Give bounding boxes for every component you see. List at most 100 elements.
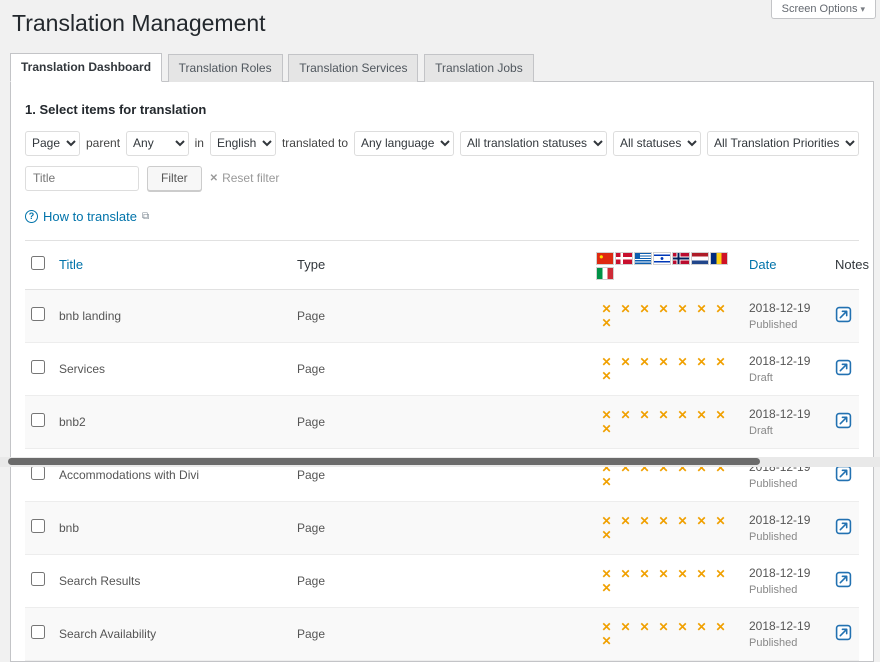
items-table: Title Type Date Notes bnb landing Page ✕… [25, 240, 859, 661]
not-translated-icon: ✕ [597, 316, 616, 330]
row-checkbox[interactable] [31, 466, 45, 480]
external-link-icon: ⧉ [142, 211, 149, 222]
not-translated-icon: ✕ [711, 567, 730, 581]
note-icon[interactable] [835, 624, 852, 641]
not-translated-icon: ✕ [692, 408, 711, 422]
not-translated-icon: ✕ [597, 620, 616, 634]
post-type-select[interactable]: Page [25, 131, 80, 156]
tab-translation-dashboard[interactable]: Translation Dashboard [10, 53, 162, 82]
not-translated-icon: ✕ [654, 620, 673, 634]
row-date: 2018-12-19 [749, 566, 823, 580]
table-row: Search Results Page ✕✕✕✕✕✕✕✕ 2018-12-19 … [25, 554, 859, 607]
not-translated-icon: ✕ [635, 302, 654, 316]
row-title: Services [59, 362, 105, 376]
title-filter-input[interactable] [25, 166, 139, 191]
row-checkbox[interactable] [31, 572, 45, 586]
row-date: 2018-12-19 [749, 407, 823, 421]
not-translated-icon: ✕ [654, 355, 673, 369]
reset-filter-link[interactable]: ✕ Reset filter [210, 171, 280, 185]
note-icon[interactable] [835, 571, 852, 588]
not-translated-icon: ✕ [597, 528, 616, 542]
scrollbar-thumb[interactable] [8, 458, 760, 465]
row-status: Published [749, 584, 823, 596]
row-title: bnb2 [59, 415, 86, 429]
clear-icon: ✕ [210, 173, 218, 184]
not-translated-icon: ✕ [597, 355, 616, 369]
row-status-icons: ✕✕✕✕✕✕✕✕ [597, 567, 730, 595]
screen-options-button[interactable]: Screen Options▾ [771, 0, 876, 19]
filter-button[interactable]: Filter [147, 166, 202, 191]
tab-translation-jobs[interactable]: Translation Jobs [424, 54, 534, 82]
not-translated-icon: ✕ [597, 567, 616, 581]
translated-to-label: translated to [282, 136, 348, 150]
row-date: 2018-12-19 [749, 619, 823, 633]
not-translated-icon: ✕ [597, 514, 616, 528]
sort-by-date-link[interactable]: Date [749, 257, 776, 272]
admin-wrap: Translation Management Translation Dashb… [10, 0, 874, 662]
not-translated-icon: ✕ [711, 302, 730, 316]
parent-select[interactable]: Any [126, 131, 189, 156]
row-status-icons: ✕✕✕✕✕✕✕✕ [597, 514, 730, 542]
row-type: Page [297, 574, 325, 588]
translation-priority-select[interactable]: All Translation Priorities [707, 131, 859, 156]
row-status-icons: ✕✕✕✕✕✕✕✕ [597, 302, 730, 330]
row-title: Search Results [59, 574, 140, 588]
not-translated-icon: ✕ [616, 302, 635, 316]
translation-status-select[interactable]: All translation statuses [460, 131, 607, 156]
not-translated-icon: ✕ [635, 408, 654, 422]
row-checkbox[interactable] [31, 360, 45, 374]
table-row: bnb2 Page ✕✕✕✕✕✕✕✕ 2018-12-19 Draft [25, 395, 859, 448]
not-translated-icon: ✕ [654, 408, 673, 422]
table-header-row: Title Type Date Notes [25, 240, 859, 289]
not-translated-icon: ✕ [654, 567, 673, 581]
row-status: Published [749, 319, 823, 331]
row-checkbox[interactable] [31, 625, 45, 639]
select-all-checkbox[interactable] [31, 256, 45, 270]
not-translated-icon: ✕ [654, 514, 673, 528]
note-icon[interactable] [835, 412, 852, 429]
flag-icon-dk [616, 253, 632, 264]
select-items-heading: 1. Select items for translation [25, 102, 859, 117]
tab-translation-services[interactable]: Translation Services [288, 54, 418, 82]
row-date: 2018-12-19 [749, 301, 823, 315]
not-translated-icon: ✕ [673, 514, 692, 528]
post-status-select[interactable]: All statuses [613, 131, 701, 156]
not-translated-icon: ✕ [692, 514, 711, 528]
note-icon[interactable] [835, 306, 852, 323]
row-status-icons: ✕✕✕✕✕✕✕✕ [597, 408, 730, 436]
source-language-select[interactable]: English [210, 131, 276, 156]
notes-header: Notes [829, 240, 859, 289]
note-icon[interactable] [835, 518, 852, 535]
not-translated-icon: ✕ [616, 567, 635, 581]
not-translated-icon: ✕ [635, 620, 654, 634]
row-status-icons: ✕✕✕✕✕✕✕✕ [597, 355, 730, 383]
not-translated-icon: ✕ [711, 355, 730, 369]
row-type: Page [297, 362, 325, 376]
row-type: Page [297, 309, 325, 323]
screen-options-label: Screen Options [782, 3, 858, 15]
row-status: Published [749, 637, 823, 649]
row-checkbox[interactable] [31, 307, 45, 321]
note-icon[interactable] [835, 465, 852, 482]
sort-by-title-link[interactable]: Title [59, 257, 83, 272]
flag-icon-il [654, 253, 670, 264]
tab-translation-roles[interactable]: Translation Roles [168, 54, 283, 82]
note-icon[interactable] [835, 359, 852, 376]
not-translated-icon: ✕ [616, 408, 635, 422]
items-tbody: bnb landing Page ✕✕✕✕✕✕✕✕ 2018-12-19 Pub… [25, 289, 859, 660]
chevron-down-icon: ▾ [860, 4, 865, 14]
target-language-select[interactable]: Any language [354, 131, 454, 156]
not-translated-icon: ✕ [597, 581, 616, 595]
row-checkbox[interactable] [31, 413, 45, 427]
horizontal-scrollbar[interactable] [0, 457, 880, 467]
row-status: Draft [749, 372, 823, 384]
help-icon: ? [25, 210, 38, 223]
row-checkbox[interactable] [31, 519, 45, 533]
not-translated-icon: ✕ [692, 302, 711, 316]
table-row: bnb Page ✕✕✕✕✕✕✕✕ 2018-12-19 Published [25, 501, 859, 554]
row-type: Page [297, 521, 325, 535]
how-to-translate-link[interactable]: How to translate [43, 209, 137, 224]
row-status: Published [749, 478, 823, 490]
not-translated-icon: ✕ [711, 620, 730, 634]
not-translated-icon: ✕ [711, 408, 730, 422]
